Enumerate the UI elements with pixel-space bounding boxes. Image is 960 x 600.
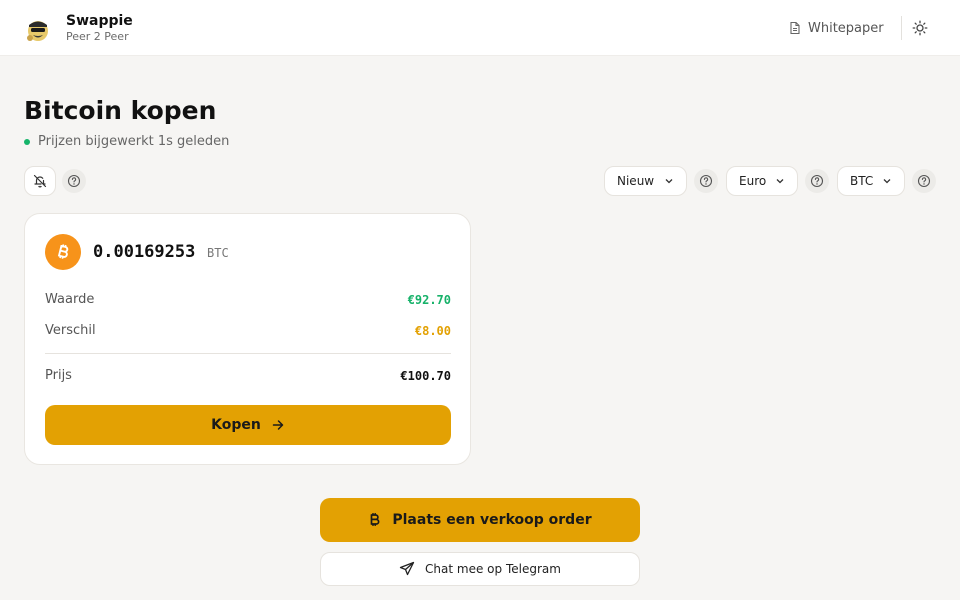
card-divider <box>45 353 451 354</box>
page-title: Bitcoin kopen <box>24 96 217 125</box>
sell-button-label: Plaats een verkoop order <box>392 512 592 528</box>
place-sell-order-button[interactable]: Plaats een verkoop order <box>320 498 640 542</box>
header-divider <box>901 16 902 40</box>
whitepaper-label: Whitepaper <box>808 20 884 36</box>
prijs-value: €100.70 <box>400 369 451 383</box>
theme-toggle-button[interactable] <box>910 18 930 38</box>
buy-button-label: Kopen <box>211 417 261 433</box>
sort-select-value: Nieuw <box>617 174 655 188</box>
telegram-chat-button[interactable]: Chat mee op Telegram <box>320 552 640 586</box>
avatar-logo-icon[interactable] <box>24 14 52 42</box>
arrow-right-icon <box>272 420 284 430</box>
currency-select[interactable]: Euro <box>726 166 798 196</box>
telegram-button-label: Chat mee op Telegram <box>425 562 561 576</box>
prijs-label: Prijs <box>45 368 72 383</box>
notifications-toggle-button[interactable] <box>24 166 56 196</box>
asset-select-value: BTC <box>850 174 874 188</box>
whitepaper-link[interactable]: Whitepaper <box>788 17 884 39</box>
question-circle-icon <box>810 174 824 188</box>
question-circle-icon <box>917 174 931 188</box>
question-circle-icon <box>699 174 713 188</box>
notifications-help-icon[interactable] <box>62 169 86 193</box>
brand-name: Swappie <box>66 13 133 29</box>
status-text: Prijzen bijgewerkt 1s geleden <box>38 134 230 149</box>
asset-help-icon[interactable] <box>912 169 936 193</box>
currency-select-value: Euro <box>739 174 767 188</box>
bell-off-icon <box>33 174 47 188</box>
brand-tagline: Peer 2 Peer <box>66 30 129 43</box>
verschil-value: €8.00 <box>414 324 451 338</box>
waarde-label: Waarde <box>45 292 95 307</box>
chevron-down-icon <box>776 179 784 184</box>
chevron-down-icon <box>883 179 891 184</box>
document-icon <box>790 21 800 35</box>
top-header: Swappie Peer 2 Peer Whitepaper <box>0 0 960 56</box>
offer-amount: 0.00169253 <box>93 242 196 262</box>
buy-button[interactable]: Kopen <box>45 405 451 445</box>
bitcoin-icon <box>45 234 81 270</box>
sort-select[interactable]: Nieuw <box>604 166 687 196</box>
offer-card: 0.00169253 BTC Waarde €92.70 Verschil €8… <box>24 213 471 465</box>
send-icon <box>399 561 415 576</box>
status-dot <box>24 138 30 145</box>
currency-help-icon[interactable] <box>805 169 829 193</box>
verschil-label: Verschil <box>45 323 96 338</box>
asset-select[interactable]: BTC <box>837 166 905 196</box>
price-update-status: Prijzen bijgewerkt 1s geleden <box>24 134 229 149</box>
bitcoin-symbol-icon <box>371 513 380 526</box>
sort-help-icon[interactable] <box>694 169 718 193</box>
waarde-value: €92.70 <box>407 293 451 307</box>
offer-amount-unit: BTC <box>207 246 229 260</box>
chevron-down-icon <box>665 179 673 184</box>
sun-icon <box>912 20 928 36</box>
question-circle-icon <box>67 174 81 188</box>
